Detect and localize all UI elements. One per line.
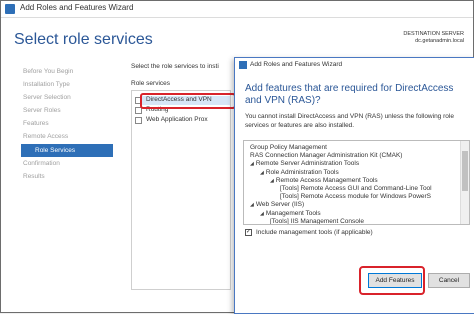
cancel-button[interactable]: Cancel — [428, 273, 470, 288]
nav-item-server-selection[interactable]: Server Selection — [23, 94, 71, 101]
wizard-window: Add Roles and Features Wizard Select rol… — [0, 0, 474, 314]
dialog-title: Add Roles and Features Wizard — [250, 61, 343, 68]
feature-tree-item: [Tools] Remote Access GUI and Command-Li… — [280, 185, 432, 192]
nav-item-features[interactable]: Features — [23, 120, 49, 127]
wizard-nav: Before You Begin Installation Type Serve… — [1, 61, 126, 311]
feature-tree-item: ◢ Management Tools — [260, 210, 321, 217]
expand-arrow-icon: ◢ — [250, 161, 254, 168]
feature-tree-item: ◢ Remote Server Administration Tools — [250, 160, 359, 167]
expand-arrow-icon: ◢ — [260, 169, 264, 176]
role-services-label: Role services — [131, 80, 171, 87]
feature-label: Group Policy Management — [250, 144, 327, 151]
window-title: Add Roles and Features Wizard — [20, 3, 134, 12]
feature-label: Role Administration Tools — [265, 168, 339, 176]
nav-item-remote-access[interactable]: Remote Access — [23, 133, 68, 140]
nav-item-server-roles[interactable]: Server Roles — [23, 107, 61, 114]
role-services-list: DirectAccess and VPN Routing Web Applica… — [131, 90, 231, 290]
feature-label: Remote Server Administration Tools — [255, 160, 360, 168]
scrollbar-thumb[interactable] — [462, 151, 468, 191]
feature-tree-item: ◢ Remote Access Management Tools — [270, 177, 378, 184]
feature-label: Remote Access Management Tools — [275, 176, 378, 184]
title-bar: Add Roles and Features Wizard — [1, 1, 473, 18]
feature-label: [Tools] Remote Access module for Windows… — [280, 193, 432, 201]
server-manager-icon — [5, 4, 15, 14]
nav-item-installation-type[interactable]: Installation Type — [23, 81, 70, 88]
required-features-list[interactable]: Group Policy Management RAS Connection Ma… — [243, 140, 470, 225]
page-title: Select role services — [14, 31, 153, 48]
feature-label: [Tools] Remote Access GUI and Command-Li… — [280, 185, 432, 192]
include-tools-label: Include management tools (if applicable) — [256, 229, 373, 236]
expand-arrow-icon: ◢ — [250, 202, 254, 209]
nav-item-role-services[interactable]: Role Services — [21, 144, 113, 157]
feature-tree-item: RAS Connection Manager Administration Ki… — [250, 152, 402, 159]
feature-label: RAS Connection Manager Administration Ki… — [250, 152, 403, 160]
wizard-header: Select role services DESTINATION SERVER … — [1, 18, 473, 60]
destination-name: dc.getanadmin.local — [415, 38, 464, 44]
feature-tree-item: Group Policy Management — [250, 144, 327, 151]
page-description: Select the role services to insti — [131, 63, 219, 70]
checkbox-web-app-proxy[interactable] — [135, 117, 142, 124]
expand-arrow-icon: ◢ — [260, 210, 264, 217]
feature-tree-item: [Tools] IIS Management Console — [270, 217, 364, 225]
feature-label: Management Tools — [265, 209, 321, 217]
expand-arrow-icon: ◢ — [270, 177, 274, 184]
feature-tree-item: ◢ Role Administration Tools — [260, 169, 339, 176]
feature-label: [Tools] IIS Management Console — [270, 217, 364, 225]
nav-item-results[interactable]: Results — [23, 173, 45, 180]
highlight-box-add-features — [359, 266, 425, 295]
destination-server: DESTINATION SERVER dc.getanadmin.local — [403, 31, 464, 45]
highlight-box-directaccess — [140, 93, 236, 109]
feature-tree-item: [Tools] Remote Access module for Windows… — [280, 193, 431, 200]
feature-label: Web Server (IIS) — [255, 201, 305, 209]
server-manager-icon — [239, 61, 247, 69]
dialog-heading: Add features that are required for Direc… — [245, 83, 454, 106]
destination-label: DESTINATION SERVER — [403, 31, 464, 37]
feature-tree-item: ◢ Web Server (IIS) — [250, 201, 304, 208]
dialog-body: You cannot install DirectAccess and VPN … — [245, 113, 454, 129]
add-features-dialog: Add Roles and Features Wizard Add featur… — [234, 57, 474, 314]
scrollbar[interactable] — [460, 141, 469, 224]
dialog-title-bar: Add Roles and Features Wizard — [235, 58, 474, 72]
nav-item-before-you-begin[interactable]: Before You Begin — [23, 68, 73, 75]
nav-item-confirmation[interactable]: Confirmation — [23, 160, 60, 167]
include-tools-checkbox[interactable]: ✓ — [245, 229, 252, 236]
role-service-web-app-proxy[interactable]: Web Application Prox — [146, 116, 208, 123]
